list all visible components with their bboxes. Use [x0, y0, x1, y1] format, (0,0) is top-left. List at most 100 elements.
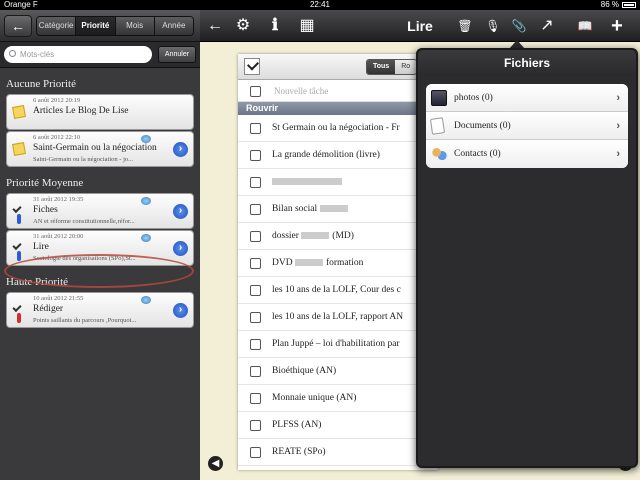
card-group: 6 août 2012 20:19 Articles Le Blog De Lis…	[6, 94, 194, 167]
note-card[interactable]: 31 août 2012 20:00 Lire Sociologie des org…	[6, 230, 194, 266]
card-subtitle: AN et réforme constitutionnelle,réfor...	[33, 218, 135, 225]
book-icon[interactable]: 📖	[574, 16, 596, 36]
previous-arrow-icon[interactable]: ◀	[208, 456, 223, 471]
task-text: Plan Juppé – loi d'habilitation par	[272, 339, 400, 349]
task-checkbox[interactable]	[250, 393, 261, 404]
task-label: DVD formation	[272, 250, 363, 277]
select-all-checkbox[interactable]	[244, 58, 260, 75]
gear-icon[interactable]: ⚙	[232, 16, 254, 36]
note-icon	[12, 142, 26, 156]
task-checkbox[interactable]	[250, 204, 261, 215]
status-bar: Orange F 22:41 86 %	[0, 0, 640, 10]
segment-catégorie[interactable]: Catégorie	[37, 17, 77, 35]
task-row[interactable]: dossier (MD)	[238, 223, 438, 250]
share-icon[interactable]: ↗	[536, 16, 558, 36]
back-button[interactable]: ←	[4, 15, 32, 37]
task-row[interactable]: Bilan social	[238, 196, 438, 223]
info-icon[interactable]: ℹ	[264, 16, 286, 36]
segment-mois[interactable]: Mois	[115, 17, 155, 35]
group-header: Rouvrir	[238, 102, 438, 115]
task-text: DVD	[272, 258, 295, 268]
chevron-right-icon: ›	[616, 120, 620, 132]
section-title: Haute Priorité	[6, 276, 69, 288]
card-date: 6 août 2012 22:10	[33, 134, 81, 141]
disclosure-icon[interactable]: ›	[173, 303, 188, 318]
disclosure-icon[interactable]: ›	[173, 142, 188, 157]
file-category-doc[interactable]: Documents (0) ›	[426, 112, 628, 140]
note-card[interactable]: 6 août 2012 20:19 Articles Le Blog De Lis…	[6, 94, 194, 130]
segment-priorité[interactable]: Priorité	[76, 17, 116, 35]
pin-icon	[17, 251, 21, 261]
task-checkbox[interactable]	[250, 366, 261, 377]
note-card[interactable]: 10 août 2012 21:55 Rédiger Points saillant…	[6, 292, 194, 328]
file-category-contact[interactable]: Contacts (0) ›	[426, 140, 628, 168]
popover-title: Fichiers	[418, 50, 636, 76]
clock: 22:41	[309, 0, 331, 9]
note-card[interactable]: 6 août 2012 22:10 Saint-Germain ou la nég…	[6, 131, 194, 167]
task-checkbox[interactable]	[250, 258, 261, 269]
redacted-text	[301, 232, 330, 240]
card-subtitle: Sociologie des organisations (SPo),St...	[33, 255, 136, 262]
task-row[interactable]: Monnaie unique (AN)	[238, 385, 438, 412]
segment-année[interactable]: Année	[154, 17, 193, 35]
globe-icon	[141, 296, 151, 304]
globe-icon	[141, 234, 151, 242]
microphone-icon[interactable]: 🎙	[482, 16, 504, 36]
task-row[interactable]: Plan Juppé – loi d'habilitation par	[238, 331, 438, 358]
task-suffix: (MD)	[332, 231, 354, 241]
chevron-right-icon: ›	[616, 92, 620, 104]
disclosure-icon[interactable]: ›	[173, 241, 188, 256]
trash-icon[interactable]: 🗑	[454, 16, 476, 36]
task-label: Plan Juppé – loi d'habilitation par	[272, 331, 400, 358]
task-checkbox[interactable]	[250, 285, 261, 296]
task-row[interactable]: St Germain ou la négociation - Fr	[238, 115, 438, 142]
task-checkbox[interactable]	[250, 339, 261, 350]
task-label	[272, 169, 342, 196]
task-row[interactable]: Bioéthique (AN)	[238, 358, 438, 385]
task-text: REATE (SPo)	[272, 447, 326, 457]
task-text: St Germain ou la négociation - Fr	[272, 123, 400, 133]
main-toolbar: ← ⚙ ℹ ▦ Lire 🗑 🎙 📎 ↗ 📖 +	[200, 10, 640, 42]
back-arrow-icon[interactable]: ←	[204, 16, 226, 36]
task-row[interactable]: La grande démolition (livre)	[238, 142, 438, 169]
task-label: PLFSS (AN)	[272, 412, 321, 439]
chevron-right-icon: ›	[616, 148, 620, 160]
paperclip-icon[interactable]: 📎	[508, 16, 530, 36]
task-checkbox[interactable]	[250, 231, 261, 242]
card-title: Saint-Germain ou la négociation	[33, 143, 157, 153]
disclosure-icon[interactable]: ›	[173, 204, 188, 219]
filter-tous[interactable]: Tous	[367, 60, 396, 74]
task-rows: St Germain ou la négociation - Fr La gran…	[238, 115, 438, 466]
redacted-text	[319, 205, 348, 213]
task-row[interactable]: REATE (SPo)	[238, 439, 438, 466]
card-date: 31 août 2012 20:00	[33, 233, 84, 240]
search-input[interactable]: Mots-clés	[4, 46, 152, 63]
priority-sections: Aucune Priorité 6 août 2012 20:19 Articles…	[0, 74, 200, 328]
file-category-label: Documents (0)	[454, 121, 511, 131]
file-category-label: photos (0)	[454, 93, 493, 103]
note-card[interactable]: 31 août 2012 19:35 Fiches AN et réforme co…	[6, 193, 194, 229]
search-placeholder: Mots-clés	[20, 50, 55, 59]
task-checkbox[interactable]	[250, 123, 261, 134]
task-checkbox[interactable]	[250, 150, 261, 161]
task-checkbox[interactable]	[250, 312, 261, 323]
calculator-icon[interactable]: ▦	[296, 16, 318, 36]
task-row[interactable]: PLFSS (AN)	[238, 412, 438, 439]
card-title: Rédiger	[33, 304, 64, 314]
globe-icon	[141, 197, 151, 205]
task-checkbox[interactable]	[250, 420, 261, 431]
new-task-input[interactable]: Nouvelle tâche	[274, 80, 328, 102]
cancel-button[interactable]: Annuler	[158, 46, 196, 63]
task-row[interactable]: les 10 ans de la LOLF, Cour des c	[238, 277, 438, 304]
new-task-row[interactable]: Nouvelle tâche	[238, 80, 438, 102]
card-group: 10 août 2012 21:55 Rédiger Points saillant…	[6, 292, 194, 328]
task-row[interactable]	[238, 169, 438, 196]
task-row[interactable]: DVD formation	[238, 250, 438, 277]
add-icon[interactable]: +	[606, 16, 628, 36]
task-checkbox[interactable]	[250, 447, 261, 458]
task-row[interactable]: les 10 ans de la LOLF, rapport AN	[238, 304, 438, 331]
file-category-photo[interactable]: photos (0) ›	[426, 84, 628, 112]
filter-ro[interactable]: Ro	[395, 60, 417, 74]
task-checkbox[interactable]	[250, 177, 261, 188]
battery-percent: 86 %	[600, 0, 619, 9]
